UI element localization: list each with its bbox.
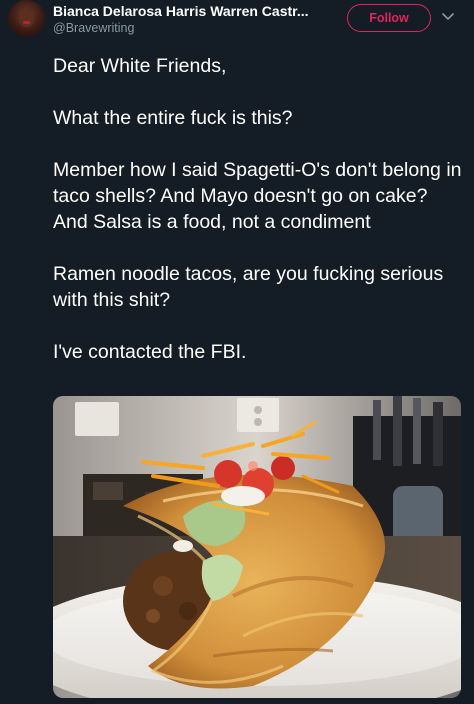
- tweet-text: Dear White Friends, What the entire fuck…: [53, 53, 463, 365]
- tweet-paragraph: I've contacted the FBI.: [53, 341, 247, 363]
- chevron-down-icon[interactable]: [441, 10, 455, 24]
- avatar[interactable]: [8, 0, 45, 37]
- avatar-face: [19, 9, 34, 27]
- avatar-lips: [23, 21, 30, 24]
- follow-button[interactable]: Follow: [347, 4, 431, 32]
- tweet-photo[interactable]: [53, 396, 461, 698]
- tweet-paragraph: Ramen noodle tacos, are you fucking seri…: [53, 263, 444, 311]
- tweet-paragraph: Member how I said Spagetti-O's don't bel…: [53, 159, 462, 233]
- tweet-paragraph: Dear White Friends,: [53, 55, 227, 77]
- author-handle[interactable]: @Bravewriting: [53, 21, 134, 35]
- tweet-paragraph: What the entire fuck is this?: [53, 107, 293, 129]
- author-display-name[interactable]: Bianca Delarosa Harris Warren Castr...: [53, 3, 323, 19]
- ramen-taco-photo: [53, 396, 461, 698]
